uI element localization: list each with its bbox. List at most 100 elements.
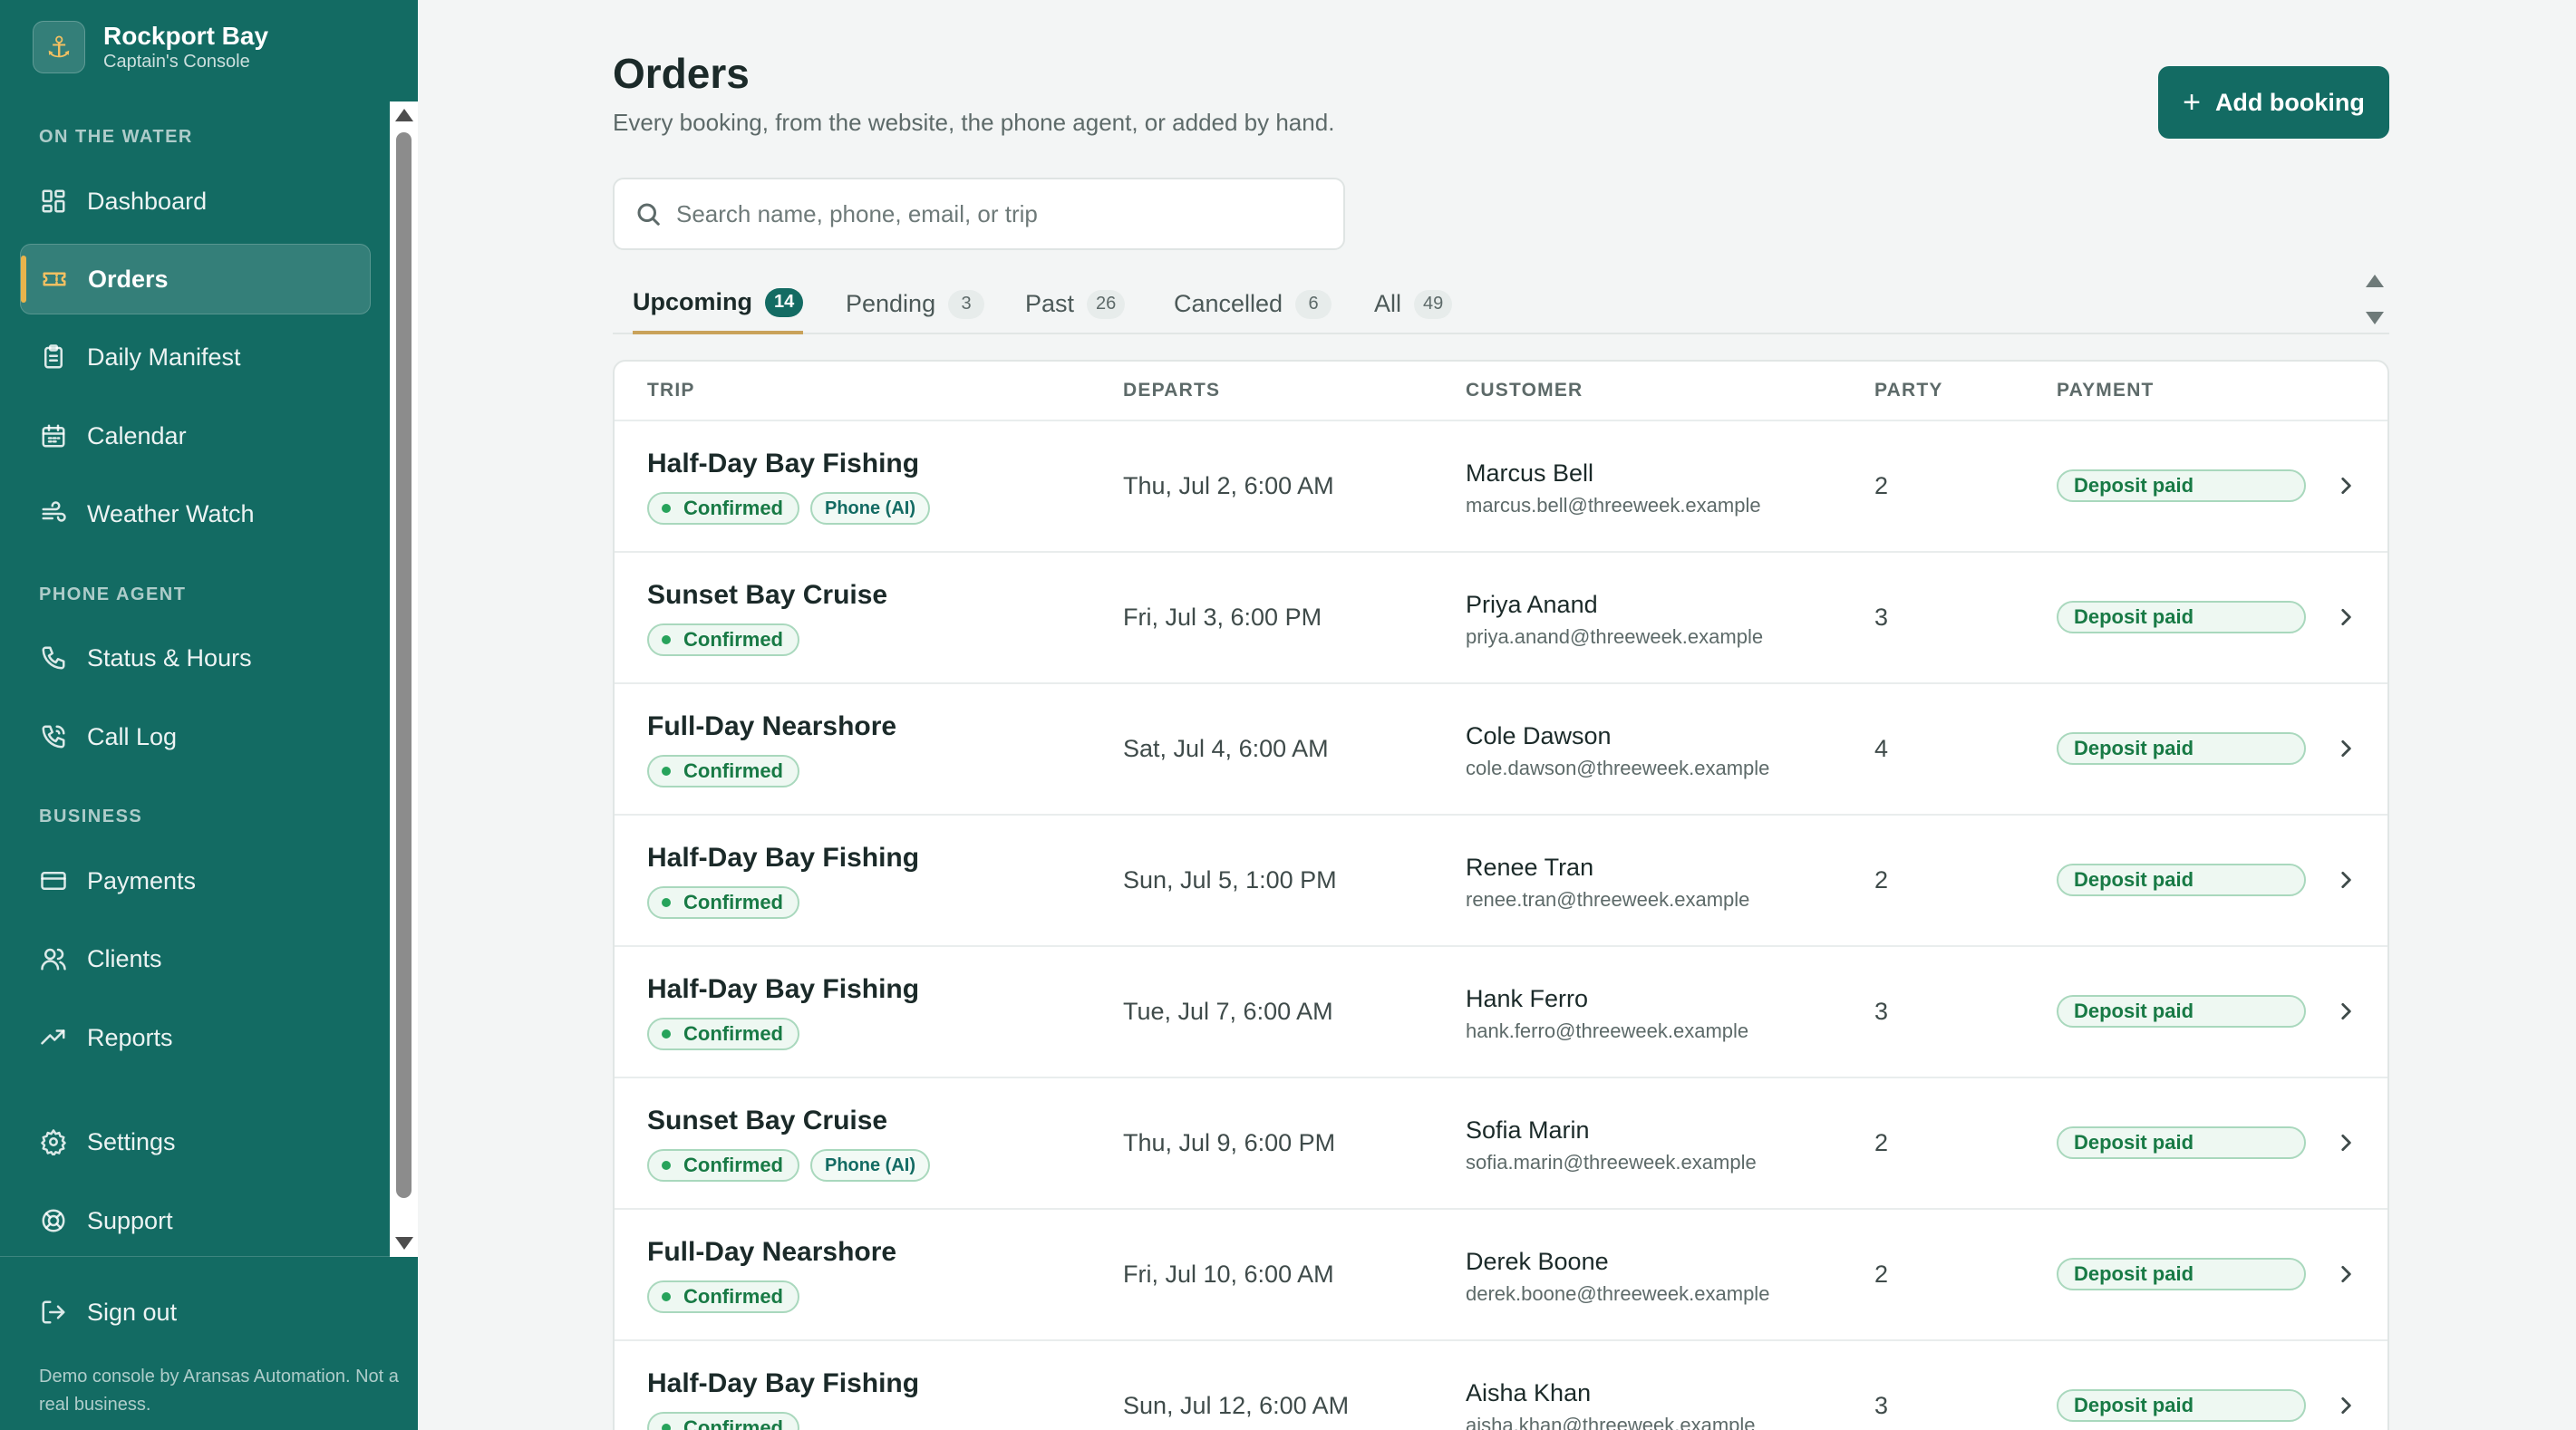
sidebar-item-payments[interactable]: Payments <box>20 845 371 916</box>
customer-name: Priya Anand <box>1466 591 1598 618</box>
sidebar-item-daily-manifest[interactable]: Daily Manifest <box>20 322 371 392</box>
status-badge: Confirmed <box>647 755 799 787</box>
scroll-up-arrow-icon[interactable] <box>395 109 413 121</box>
customer-email: aisha.khan@threeweek.example <box>1466 1414 1756 1430</box>
chevron-right-icon[interactable] <box>2334 737 2358 760</box>
table-row[interactable]: Sunset Bay Cruise Confirmed Phone (AI) Thu,… <box>615 1078 2387 1210</box>
tab-label: Cancelled <box>1174 290 1283 317</box>
column-header-customer[interactable]: CUSTOMER <box>1466 380 1583 401</box>
tab-count-badge: 26 <box>1087 289 1126 319</box>
customer-email: marcus.bell@threeweek.example <box>1466 494 1761 517</box>
status-badge: Confirmed <box>647 1149 799 1182</box>
log-out-icon <box>38 1297 69 1328</box>
scroll-down-arrow-icon[interactable] <box>395 1237 413 1250</box>
sidebar-item-label: Orders <box>88 265 169 293</box>
wind-icon <box>38 498 69 529</box>
users-icon <box>38 943 69 974</box>
sidebar-item-orders[interactable]: Orders <box>20 244 371 314</box>
payment-badge: Deposit paid <box>2057 732 2306 765</box>
customer-email: priya.anand@threeweek.example <box>1466 625 1764 648</box>
search-box[interactable] <box>613 178 1345 250</box>
sidebar-item-label: Clients <box>87 944 162 972</box>
chevron-right-icon[interactable] <box>2334 1262 2358 1286</box>
trip-badges: Confirmed <box>647 1018 799 1050</box>
sidebar-item-label: Sign out <box>87 1298 178 1326</box>
tab-past[interactable]: Past 26 <box>1025 274 1126 334</box>
sidebar-item-label: Status & Hours <box>87 643 252 672</box>
column-header-party[interactable]: PARTY <box>1874 380 1943 401</box>
party-size: 4 <box>1874 735 1889 762</box>
tab-scroll-down-icon[interactable] <box>2366 312 2384 324</box>
chevron-right-icon[interactable] <box>2334 1000 2358 1023</box>
sidebar-item-label: Settings <box>87 1127 176 1155</box>
search-input[interactable] <box>676 199 1311 228</box>
sidebar-item-dashboard[interactable]: Dashboard <box>20 166 371 237</box>
clipboard-icon <box>38 342 69 372</box>
brand[interactable]: ⚓ Rockport Bay Captain's Console <box>33 18 268 76</box>
departs-time: Sun, Jul 12, 6:00 AM <box>1123 1392 1350 1419</box>
status-badge-label: Confirmed <box>683 1285 783 1308</box>
customer-name: Aisha Khan <box>1466 1379 1592 1406</box>
column-header-payment[interactable]: PAYMENT <box>2057 380 2155 401</box>
party-size: 2 <box>1874 866 1889 894</box>
chevron-right-icon[interactable] <box>2334 868 2358 892</box>
trip-badges: Confirmed Phone (AI) <box>647 1149 930 1182</box>
sidebar-scrollbar[interactable] <box>390 101 418 1257</box>
table-row[interactable]: Sunset Bay Cruise Confirmed Fri, Jul 3, 6:… <box>615 553 2387 684</box>
chevron-right-icon[interactable] <box>2334 1394 2358 1417</box>
chevron-right-icon[interactable] <box>2334 1131 2358 1155</box>
status-badge: Confirmed <box>647 1280 799 1313</box>
sidebar-item-status-hours[interactable]: Status & Hours <box>20 623 371 693</box>
sidebar-item-reports[interactable]: Reports <box>20 1002 371 1073</box>
status-dot-icon <box>662 1292 671 1301</box>
trip-name: Half-Day Bay Fishing <box>647 974 920 1004</box>
customer-name: Marcus Bell <box>1466 459 1594 487</box>
party-size: 2 <box>1874 472 1889 499</box>
scrollbar-thumb[interactable] <box>396 132 412 1198</box>
trip-name: Half-Day Bay Fishing <box>647 449 920 478</box>
tab-pending[interactable]: Pending 3 <box>846 274 985 334</box>
sidebar-item-label: Dashboard <box>87 187 208 215</box>
tab-upcoming[interactable]: Upcoming 14 <box>633 274 804 334</box>
trending-up-icon <box>38 1022 69 1053</box>
table-row[interactable]: Full-Day Nearshore Confirmed Sat, Jul 4, 6… <box>615 684 2387 816</box>
column-header-departs[interactable]: DEPARTS <box>1123 380 1220 401</box>
payment-badge: Deposit paid <box>2057 864 2306 896</box>
sidebar-item-clients[interactable]: Clients <box>20 923 371 994</box>
tab-all[interactable]: All 49 <box>1374 274 1453 334</box>
add-booking-button[interactable]: + Add booking <box>2158 66 2389 139</box>
table-row[interactable]: Full-Day Nearshore Confirmed Fri, Jul 10, … <box>615 1210 2387 1341</box>
sidebar-item-label: Support <box>87 1206 173 1234</box>
status-dot-icon <box>662 1424 671 1430</box>
sidebar-item-call-log[interactable]: Call Log <box>20 701 371 772</box>
sidebar-item-settings[interactable]: Settings <box>20 1106 371 1177</box>
trip-name: Half-Day Bay Fishing <box>647 843 920 873</box>
phone-icon <box>38 643 69 673</box>
status-dot-icon <box>662 635 671 644</box>
tab-scroll-up-icon[interactable] <box>2366 275 2384 287</box>
sidebar-item-weather-watch[interactable]: Weather Watch <box>20 478 371 549</box>
tab-count-badge: 3 <box>948 289 985 319</box>
sidebar-item-calendar[interactable]: Calendar <box>20 401 371 471</box>
sidebar-divider <box>0 1256 418 1257</box>
sidebar-item-label: Daily Manifest <box>87 343 241 371</box>
chevron-right-icon[interactable] <box>2334 605 2358 629</box>
tab-cancelled[interactable]: Cancelled 6 <box>1174 274 1332 334</box>
status-badge-label: Confirmed <box>683 628 783 651</box>
trip-badges: Confirmed <box>647 623 799 656</box>
sidebar-item-sign-out[interactable]: Sign out <box>20 1277 371 1348</box>
customer-email: renee.tran@threeweek.example <box>1466 888 1750 911</box>
table-row[interactable]: Half-Day Bay Fishing Confirmed Sun, Jul 5,… <box>615 816 2387 947</box>
section-label-phone-agent: PHONE AGENT <box>39 585 187 604</box>
customer-name: Hank Ferro <box>1466 985 1589 1012</box>
table-row[interactable]: Half-Day Bay Fishing Confirmed Phone (AI) T… <box>615 421 2387 553</box>
sidebar-item-support[interactable]: Support <box>20 1185 371 1256</box>
customer-name: Renee Tran <box>1466 854 1594 881</box>
table-row[interactable]: Half-Day Bay Fishing Confirmed Tue, Jul 7,… <box>615 947 2387 1078</box>
plus-icon: + <box>2183 85 2201 120</box>
chevron-right-icon[interactable] <box>2334 474 2358 498</box>
column-header-trip[interactable]: TRIP <box>647 380 695 401</box>
status-dot-icon <box>662 504 671 513</box>
trip-badges: Confirmed <box>647 886 799 919</box>
table-row[interactable]: Half-Day Bay Fishing Confirmed Sun, Jul 12… <box>615 1341 2387 1430</box>
